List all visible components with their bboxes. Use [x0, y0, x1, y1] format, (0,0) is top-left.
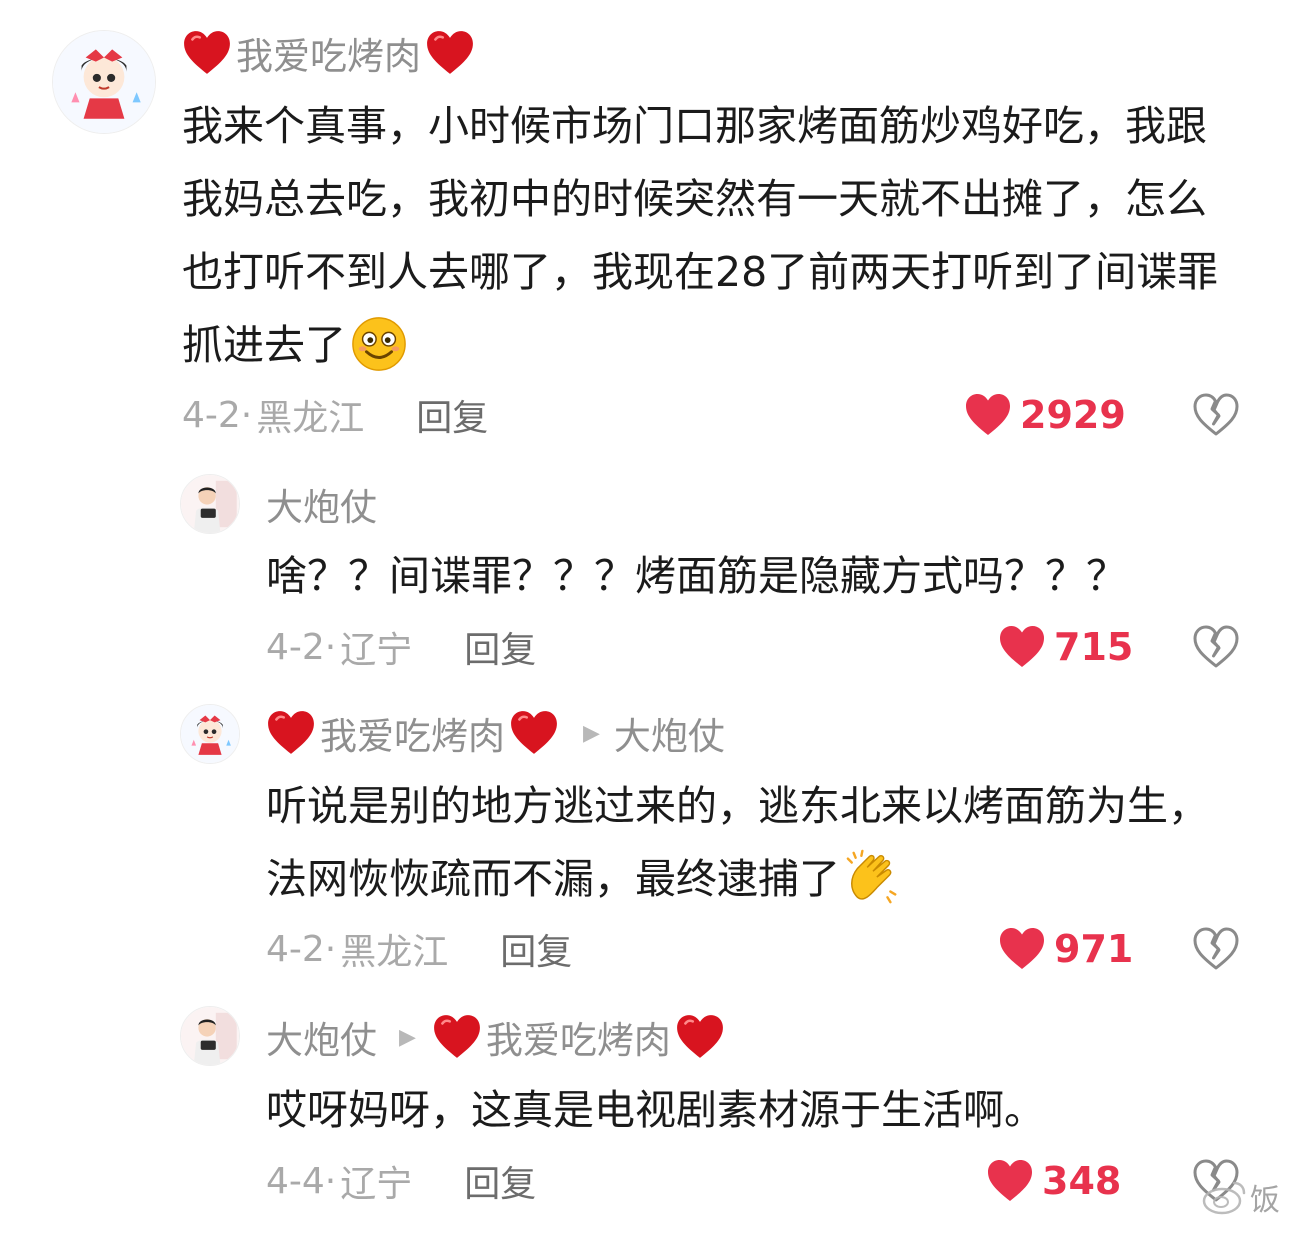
reply-button[interactable]: 回复 — [500, 923, 572, 975]
avatar[interactable] — [180, 1006, 240, 1066]
reply-button[interactable]: 回复 — [416, 389, 488, 441]
heart-icon — [964, 393, 1012, 437]
like-count: 971 — [1054, 927, 1134, 971]
comment-text: 我来个真事，小时候市场门口那家烤面筋炒鸡好吃，我跟我妈总去吃，我初中的时候突然有… — [182, 90, 1242, 382]
location: 辽宁 — [340, 630, 413, 671]
username-row[interactable]: 我爱吃烤肉 — [182, 28, 475, 78]
comment-meta: 4-2· 黑龙江 回复 — [182, 390, 488, 440]
username: 我爱吃烤肉 — [320, 715, 505, 758]
clap-emoji — [844, 849, 902, 907]
broken-heart-icon[interactable] — [1192, 625, 1240, 669]
heart-emoji-icon — [432, 1014, 482, 1060]
heart-emoji-icon — [425, 30, 475, 76]
comment-text: 哎呀妈呀，这真是电视剧素材源于生活啊。 — [266, 1086, 1045, 1134]
heart-icon — [998, 625, 1046, 669]
date: 4-2· — [182, 394, 253, 436]
avatar[interactable] — [180, 704, 240, 764]
like-button[interactable]: 971 — [998, 924, 1133, 974]
date: 4-2· — [266, 928, 337, 970]
heart-icon — [986, 1159, 1034, 1203]
username: 我爱吃烤肉 — [236, 35, 421, 78]
smile-emoji — [350, 315, 408, 373]
location: 黑龙江 — [340, 932, 449, 973]
comment-1: 我爱吃烤肉 我来个真事，小时候市场门口那家烤面筋炒鸡好吃，我跟我妈总去吃，我初中… — [0, 0, 1290, 460]
heart-emoji-icon — [509, 710, 559, 756]
username-row[interactable]: 我爱吃烤肉 ▶ 大炮仗 — [266, 708, 725, 758]
like-button[interactable]: 715 — [998, 622, 1133, 672]
reply-button[interactable]: 回复 — [464, 1155, 536, 1207]
avatar[interactable] — [180, 474, 240, 534]
like-count: 2929 — [1020, 393, 1126, 437]
reply-comment-3: 大炮仗 ▶ 我爱吃烤肉 哎呀妈呀，这真是电视剧素材源于生活啊。 4-4· 辽宁 … — [0, 1000, 1290, 1233]
username-row[interactable]: 大炮仗 ▶ 我爱吃烤肉 — [266, 1012, 725, 1062]
like-count: 348 — [1042, 1159, 1122, 1203]
reply-to-username[interactable]: 大炮仗 — [614, 706, 725, 760]
comment-text: 听说是别的地方逃过来的，逃东北来以烤面筋为生，法网恢恢疏而不漏，最终逮捕了 — [266, 770, 1246, 916]
play-arrow-icon: ▶ — [399, 1024, 416, 1050]
heart-emoji-icon — [266, 710, 316, 756]
location: 辽宁 — [340, 1164, 413, 1205]
username: 大炮仗 — [266, 1019, 377, 1062]
like-count: 715 — [1054, 625, 1134, 669]
avatar[interactable] — [52, 30, 156, 134]
watermark: 饭 — [1202, 1175, 1280, 1219]
weibo-logo-icon — [1202, 1181, 1246, 1215]
username: 大炮仗 — [266, 486, 377, 529]
heart-emoji-icon — [182, 30, 232, 76]
reply-button[interactable]: 回复 — [464, 621, 536, 673]
broken-heart-icon[interactable] — [1192, 393, 1240, 437]
comment-meta: 4-2· 辽宁 回复 — [266, 622, 536, 672]
comment-meta: 4-4· 辽宁 回复 — [266, 1156, 536, 1206]
date: 4-4· — [266, 1160, 337, 1202]
heart-emoji-icon — [675, 1014, 725, 1060]
date: 4-2· — [266, 626, 337, 668]
like-button[interactable]: 2929 — [964, 390, 1126, 440]
comment-text: 啥？？间谍罪？？？烤面筋是隐藏方式吗？？？ — [266, 552, 1127, 600]
play-arrow-icon: ▶ — [583, 720, 600, 746]
location: 黑龙江 — [256, 398, 365, 439]
username-row[interactable]: 大炮仗 — [266, 480, 377, 529]
reply-to-username[interactable]: 我爱吃烤肉 — [486, 1010, 671, 1064]
broken-heart-icon[interactable] — [1192, 927, 1240, 971]
watermark-text: 饭 — [1250, 1183, 1280, 1218]
reply-comment-1: 大炮仗 啥？？间谍罪？？？烤面筋是隐藏方式吗？？？ 4-2· 辽宁 回复 715 — [0, 460, 1290, 690]
like-button[interactable]: 348 — [986, 1156, 1121, 1206]
heart-icon — [998, 927, 1046, 971]
reply-comment-2: 我爱吃烤肉 ▶ 大炮仗 听说是别的地方逃过来的，逃东北来以烤面筋为生，法网恢恢疏… — [0, 690, 1290, 1000]
comment-meta: 4-2· 黑龙江 回复 — [266, 924, 572, 974]
